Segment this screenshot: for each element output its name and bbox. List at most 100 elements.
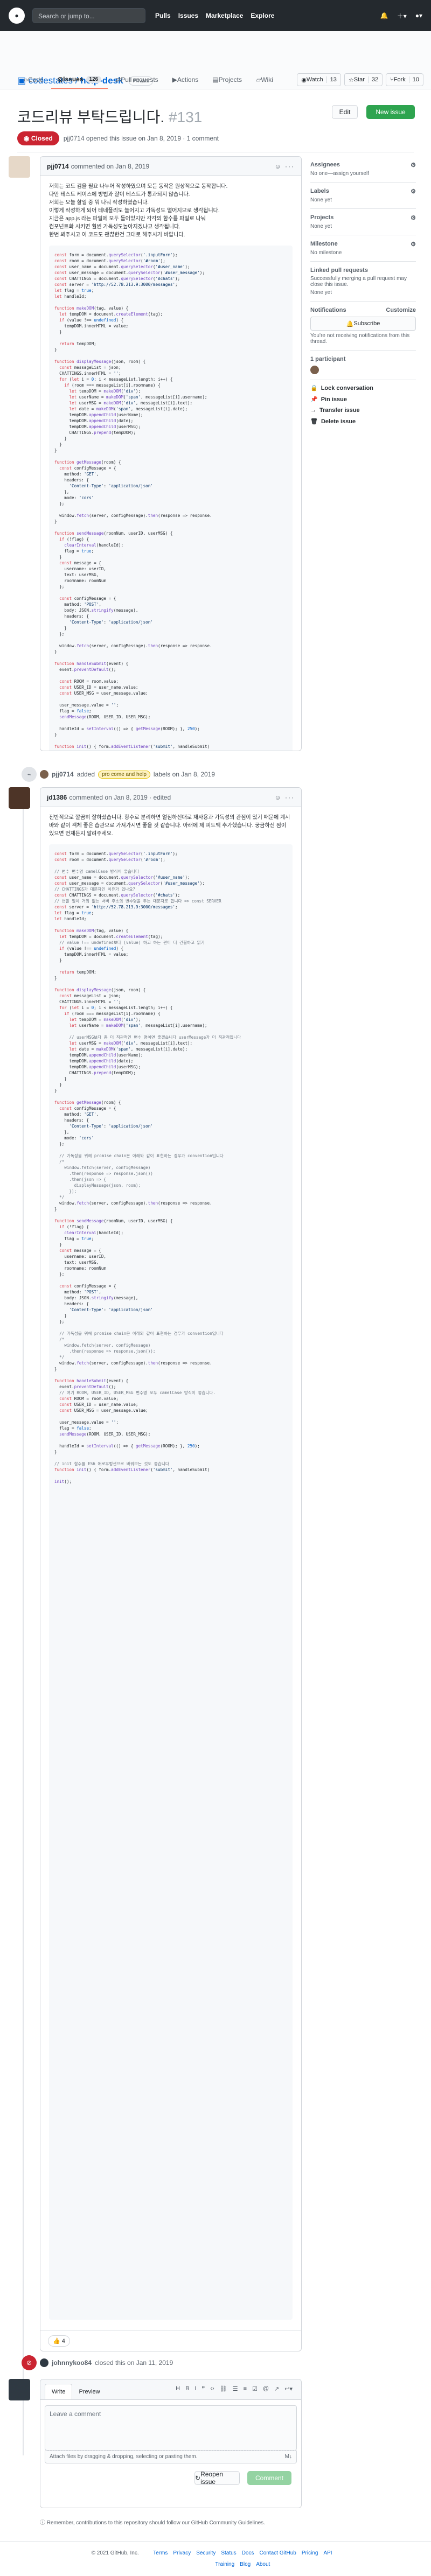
gear-icon[interactable]: ⚙ — [411, 188, 416, 195]
reopen-issue-button[interactable]: ↻ Reopen issue — [194, 2470, 240, 2486]
footer-link[interactable]: Pricing — [302, 2550, 318, 2556]
tab-actions[interactable]: ▶ Actions — [166, 71, 205, 89]
mention-icon[interactable]: @ — [263, 2385, 269, 2392]
reference-icon[interactable]: ↗ — [274, 2385, 279, 2392]
comment-author[interactable]: jd1386 — [47, 794, 67, 801]
plus-icon[interactable]: ＋▾ — [397, 11, 407, 20]
fork-button[interactable]: ⑂ Fork 10 — [386, 73, 423, 86]
markdown-icon[interactable]: M↓ — [285, 2454, 292, 2460]
nav-explore[interactable]: Explore — [251, 12, 274, 19]
comment-author-avatar[interactable] — [9, 156, 30, 178]
italic-icon[interactable]: I — [194, 2385, 196, 2392]
footer-link[interactable]: Blog — [240, 2561, 251, 2567]
nav-marketplace[interactable]: Marketplace — [206, 12, 243, 19]
tab-code[interactable]: ‹› Code — [17, 71, 50, 89]
profile-avatar[interactable]: ●▾ — [415, 12, 422, 19]
tag-icon: ⌁ — [22, 767, 37, 782]
closed-status-badge: ◉ Closed — [17, 131, 59, 145]
gear-icon[interactable]: ⚙ — [411, 241, 416, 248]
footer-link[interactable]: Docs — [242, 2550, 254, 2556]
task-list-icon[interactable]: ☑ — [252, 2385, 258, 2392]
tab-pull-requests[interactable]: ⇄ Pull requests — [109, 71, 164, 89]
transfer-issue-button[interactable]: → Transfer issue — [310, 407, 416, 414]
gear-icon[interactable]: ⚙ — [411, 162, 416, 169]
footer-link[interactable]: Security — [196, 2550, 215, 2556]
nav-pulls[interactable]: Pulls — [155, 12, 171, 19]
star-button[interactable]: ☆ Star 32 — [344, 73, 383, 86]
closed-actor-avatar[interactable] — [40, 2358, 48, 2367]
quote-icon[interactable]: ❞ — [201, 2385, 205, 2392]
write-tab[interactable]: Write — [45, 2384, 73, 2399]
top-header: ● Search or jump to... Pulls Issues Mark… — [0, 0, 431, 31]
numbered-list-icon[interactable]: ≡ — [244, 2385, 247, 2392]
subscribe-label: Subscribe — [353, 320, 380, 327]
comment-time[interactable]: commented on Jan 8, 2019 · edited — [69, 794, 171, 801]
attach-files-area[interactable]: Attach files by dragging & dropping, sel… — [45, 2451, 297, 2463]
footer-link[interactable]: Training — [215, 2561, 234, 2567]
participant-avatar[interactable] — [310, 366, 319, 374]
comment-body: 전반적으로 깔끔히 잘하셨습니다. 항수로 분리하면 얼짐하신대로 재사용과 가… — [40, 807, 301, 2326]
issue-sidebar: Assignees ⚙ No one—assign yourself Labels ⚙… — [310, 156, 416, 425]
comment-author[interactable]: pjj0714 — [47, 163, 69, 170]
issue-meta: ◉ Closed pjj0714 opened this issue on Jan… — [17, 131, 219, 145]
contribution-reminder: ⓘ Remember, contributions to this reposi… — [40, 2519, 302, 2527]
tab-issues[interactable]: ◎ Issues 126 — [51, 71, 108, 89]
delete-label: Delete issue — [321, 418, 356, 425]
delete-issue-button[interactable]: 🗑 Delete issue — [310, 418, 416, 425]
gear-icon[interactable]: ⚙ — [411, 214, 416, 221]
comment-button[interactable]: Comment — [247, 2471, 291, 2485]
edit-title-button[interactable]: Edit — [332, 105, 358, 119]
notification-status: You’re not receiving notifications from … — [310, 333, 410, 345]
current-user-avatar[interactable] — [9, 2379, 30, 2400]
comment-textarea[interactable]: Leave a comment — [45, 2405, 297, 2451]
transfer-label: Transfer issue — [319, 407, 360, 414]
watch-label: Watch — [306, 76, 323, 83]
tab-wiki[interactable]: ▱ Wiki — [249, 71, 280, 89]
reply-icon[interactable]: ↩▾ — [284, 2385, 293, 2392]
footer-link[interactable]: Contact GitHub — [259, 2550, 296, 2556]
emoji-icon[interactable]: ☺ ··· — [274, 163, 295, 170]
comment-author-avatar[interactable] — [9, 787, 30, 809]
header-actions: 🔔 ＋▾ ●▾ — [380, 11, 422, 20]
closed-actor[interactable]: johnnykoo84 — [52, 2359, 92, 2367]
label-actor[interactable]: pjj0714 — [52, 771, 74, 778]
assignees-value[interactable]: No one—assign yourself — [310, 171, 416, 177]
footer-link[interactable]: Status — [221, 2550, 236, 2556]
thumbs-up-icon: 👍 — [53, 2338, 62, 2344]
footer-link[interactable]: About — [256, 2561, 270, 2567]
comment-time[interactable]: commented on Jan 8, 2019 — [71, 163, 149, 170]
list-icon[interactable]: ☰ — [233, 2385, 238, 2392]
pro-help-label[interactable]: pro come and help — [98, 770, 150, 779]
closed-icon: ◉ — [24, 135, 31, 142]
lock-conversation-button[interactable]: 🔒 Lock conversation — [310, 384, 416, 392]
thumbs-up-reaction[interactable]: 👍 4 — [48, 2335, 70, 2347]
footer-link[interactable]: Terms — [153, 2550, 168, 2556]
nav-issues[interactable]: Issues — [178, 12, 198, 19]
github-logo-icon[interactable]: ● — [9, 8, 25, 24]
emoji-icon[interactable]: ☺ ··· — [274, 794, 295, 801]
new-issue-button[interactable]: New issue — [366, 105, 415, 119]
comment-text-line: 한번 봐주시고 이 코드도 괜찮한건 그대로 해주시기 바랍니다. — [49, 232, 185, 238]
comment-text-line: 이렇게 작성하게 되어 테네플리도 늘어지고 가독성도 떨어지므로 생각됩니다. — [49, 208, 220, 214]
customize-link[interactable]: Customize — [386, 307, 416, 313]
label-actor-avatar[interactable] — [40, 770, 48, 779]
link-icon[interactable]: ⛓ — [220, 2385, 227, 2392]
closed-event: ⊘ johnnykoo84 closed this on Jan 11, 201… — [22, 2355, 173, 2370]
tab-wiki-label: Wiki — [261, 76, 273, 83]
subscribe-button[interactable]: 🔔 Subscribe — [310, 317, 416, 331]
pin-issue-button[interactable]: 📌 Pin issue — [310, 396, 416, 403]
code-icon[interactable]: ‹› — [210, 2385, 214, 2392]
bell-icon[interactable]: 🔔 — [380, 12, 388, 19]
timeline-line — [23, 792, 24, 2455]
fork-label: Fork — [393, 76, 406, 83]
tab-projects[interactable]: ▤ Projects — [206, 71, 248, 89]
bold-icon[interactable]: B — [185, 2385, 189, 2392]
heading-icon[interactable]: H — [176, 2385, 180, 2392]
watch-button[interactable]: ◉ Watch 13 — [297, 73, 341, 86]
global-search-input[interactable]: Search or jump to... — [32, 8, 145, 23]
tab-issues-label: Issues — [63, 75, 84, 83]
footer-link[interactable]: Privacy — [173, 2550, 191, 2556]
footer-link[interactable]: API — [323, 2550, 332, 2556]
preview-tab[interactable]: Preview — [72, 2384, 106, 2399]
transfer-icon: → — [310, 407, 316, 414]
